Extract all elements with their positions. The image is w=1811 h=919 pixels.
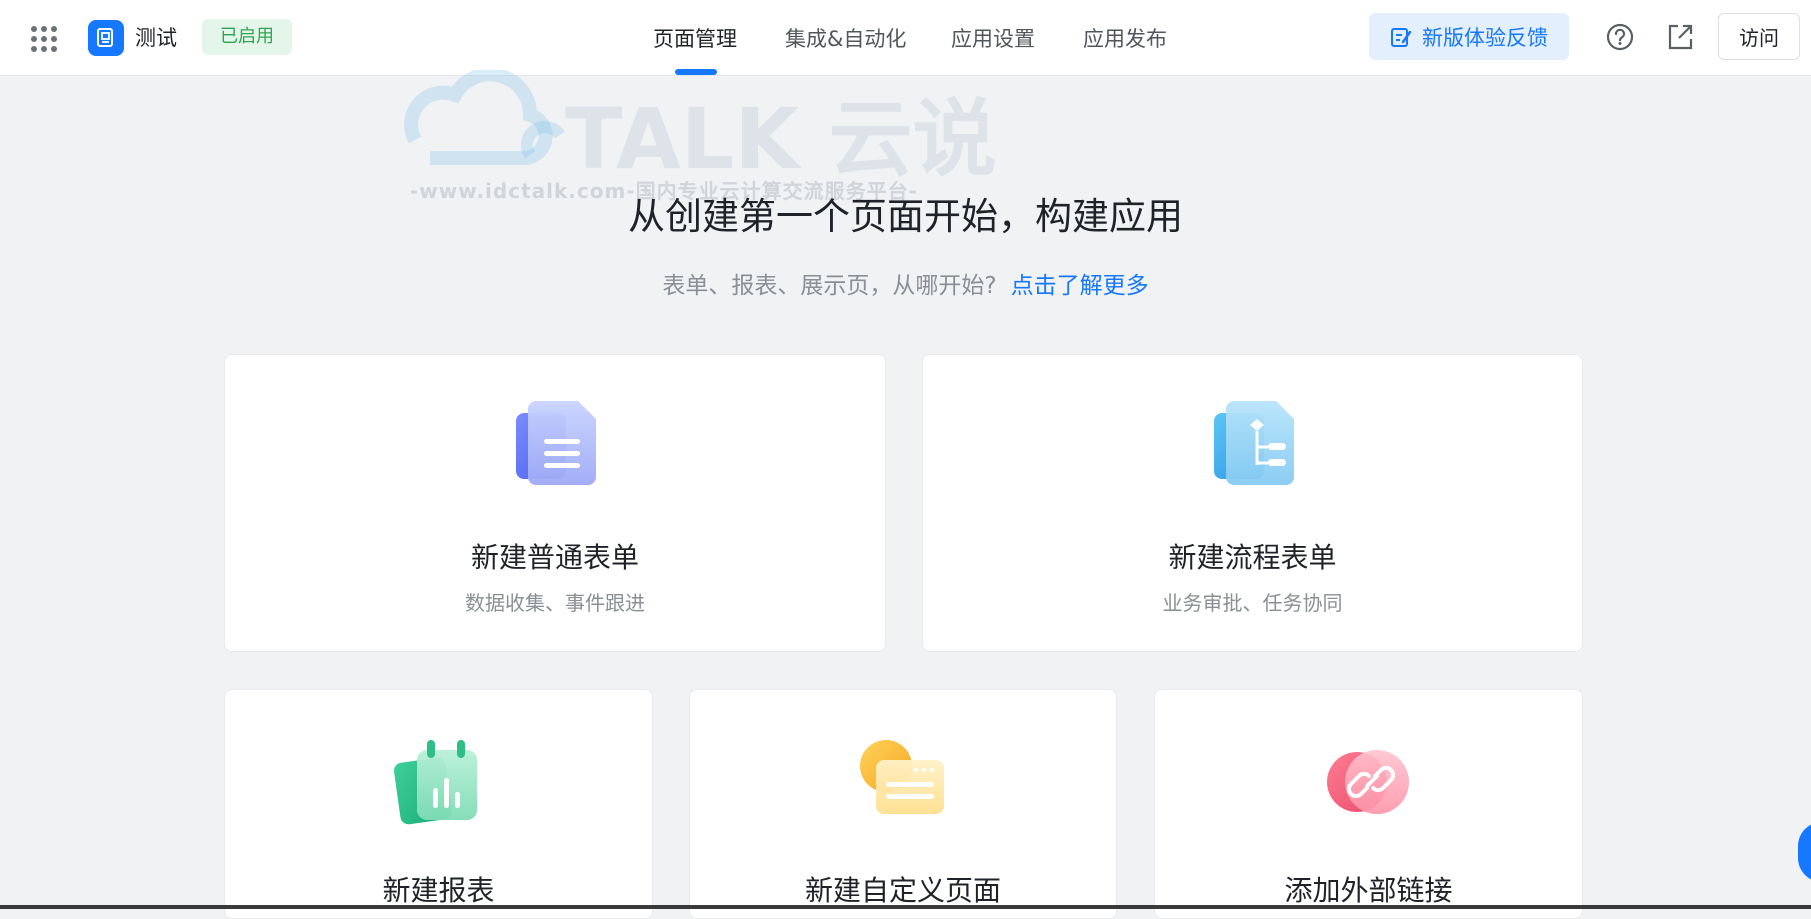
new-custom-page-card[interactable]: 新建自定义页面 — [689, 689, 1117, 919]
page-title: 从创建第一个页面开始，构建应用 — [628, 195, 1183, 238]
apps-grid-icon[interactable] — [30, 25, 58, 53]
card-desc: 数据收集、事件跟进 — [465, 591, 645, 615]
custom-page-icon — [860, 740, 944, 814]
tab-page-management[interactable]: 页面管理 — [653, 0, 737, 76]
visit-button[interactable]: 访问 — [1718, 13, 1800, 60]
tab-app-publish[interactable]: 应用发布 — [1083, 0, 1167, 76]
add-external-link-card[interactable]: 添加外部链接 — [1154, 689, 1583, 919]
card-title: 新建流程表单 — [1168, 541, 1337, 574]
floating-assistant-button[interactable] — [1798, 822, 1811, 882]
new-report-card[interactable]: 新建报表 — [224, 689, 653, 919]
app-logo-icon — [88, 20, 124, 56]
app-name: 测试 — [135, 26, 177, 50]
tab-integration-automation[interactable]: 集成&自动化 — [785, 0, 906, 76]
new-form-card[interactable]: 新建普通表单 数据收集、事件跟进 — [224, 354, 886, 652]
report-chart-icon — [393, 740, 477, 825]
help-icon[interactable] — [1605, 22, 1635, 52]
external-link-chain-icon — [1327, 750, 1409, 814]
external-link-icon[interactable] — [1665, 22, 1695, 52]
form-document-icon — [516, 401, 596, 485]
feedback-edit-icon — [1391, 27, 1412, 47]
learn-more-link[interactable]: 点击了解更多 — [1011, 273, 1149, 299]
feedback-button[interactable]: 新版体验反馈 — [1369, 13, 1569, 60]
tab-app-settings[interactable]: 应用设置 — [951, 0, 1035, 76]
new-workflow-form-card[interactable]: 新建流程表单 业务审批、任务协同 — [922, 354, 1583, 652]
bottom-edge — [0, 905, 1811, 909]
workflow-form-icon — [1214, 401, 1294, 485]
card-desc: 业务审批、任务协同 — [1162, 591, 1343, 615]
active-tab-indicator — [675, 69, 717, 75]
watermark: TALK 云说 -www.idctalk.com-国内专业云计算交流服务平台- — [400, 67, 997, 203]
top-header: 测试 已启用 页面管理 集成&自动化 应用设置 应用发布 新版体验反馈 访问 — [0, 0, 1811, 76]
subtitle-text: 表单、报表、展示页，从哪开始? — [662, 273, 997, 299]
watermark-brand: TALK 云说 — [565, 90, 997, 188]
card-title: 新建普通表单 — [470, 541, 639, 574]
page-subtitle: 表单、报表、展示页，从哪开始? 点击了解更多 — [0, 270, 1811, 302]
status-badge: 已启用 — [202, 19, 292, 55]
feedback-label: 新版体验反馈 — [1422, 25, 1548, 50]
